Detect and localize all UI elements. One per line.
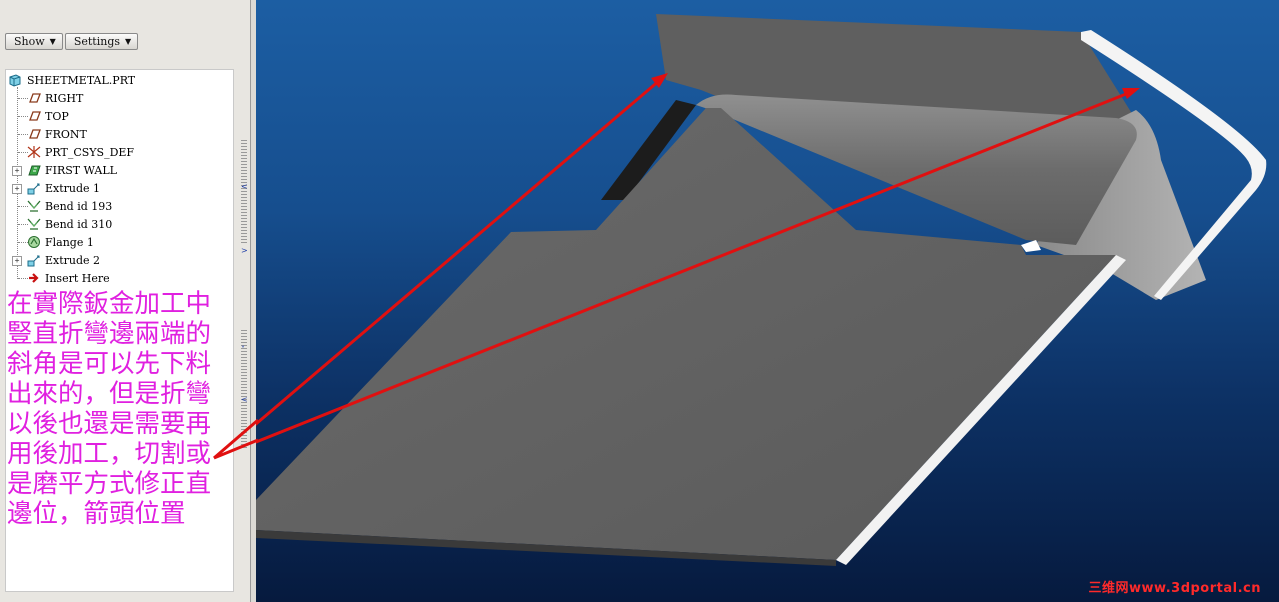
tree-item-flange-1[interactable]: Flange 1 (26, 233, 94, 251)
tree-root-item[interactable]: SHEETMETAL.PRT (8, 71, 135, 89)
datum-plane-icon (26, 91, 42, 105)
tree-item-first-wall[interactable]: FIRST WALL (26, 161, 117, 179)
show-button-label: Show (14, 35, 45, 48)
show-button[interactable]: Show ▼ (5, 33, 63, 50)
model-tree-toolbar: Show ▼ Settings ▼ (5, 33, 139, 50)
tree-item-extrude-2[interactable]: Extrude 2 (26, 251, 100, 269)
splitter-grip (241, 140, 247, 245)
chevron-right-icon[interactable]: > (241, 246, 248, 255)
flange-icon (26, 235, 42, 249)
bend-icon (26, 217, 42, 231)
tree-item-bend-193[interactable]: Bend id 193 (26, 197, 112, 215)
tree-item-label: FRONT (45, 127, 87, 141)
tree-item-label: Insert Here (45, 271, 110, 285)
tree-item-extrude-1[interactable]: Extrude 1 (26, 179, 100, 197)
datum-plane-icon (26, 127, 42, 141)
settings-button-label: Settings (73, 35, 121, 48)
tree-item-label: Flange 1 (45, 235, 94, 249)
tree-item-top[interactable]: TOP (26, 107, 69, 125)
tree-root-label: SHEETMETAL.PRT (27, 73, 136, 87)
chevron-down-icon: ▼ (125, 37, 132, 46)
extrude-icon (26, 253, 42, 267)
expand-toggle-icon[interactable]: + (12, 184, 22, 194)
extrude-icon (26, 181, 42, 195)
part-icon (8, 73, 24, 87)
expand-toggle-icon[interactable]: + (12, 166, 22, 176)
watermark: 三维网www.3dportal.cn (1088, 581, 1261, 596)
bend-icon (26, 199, 42, 213)
tree-item-insert-here[interactable]: Insert Here (26, 269, 110, 287)
tree-item-bend-310[interactable]: Bend id 310 (26, 215, 112, 233)
panel-splitter[interactable]: < > ˅ < (238, 0, 250, 602)
tree-item-label: Bend id 310 (45, 217, 113, 231)
tree-item-label: Extrude 2 (45, 253, 101, 267)
model-tree: SHEETMETAL.PRT RIGHT TOP FRONT PRT_CSYS_… (5, 69, 234, 592)
first-wall-icon (26, 163, 42, 177)
tree-item-label: PRT_CSYS_DEF (45, 145, 135, 159)
settings-button[interactable]: Settings ▼ (64, 33, 139, 50)
tree-item-label: TOP (45, 109, 69, 123)
expand-toggle-icon[interactable]: + (12, 256, 22, 266)
chevron-down-icon: ▼ (49, 37, 56, 46)
sheetmetal-model-render (256, 14, 1267, 566)
tree-item-label: Extrude 1 (45, 181, 101, 195)
datum-plane-icon (26, 109, 42, 123)
chevron-down-icon[interactable]: ˅ (241, 345, 245, 354)
tree-item-right[interactable]: RIGHT (26, 89, 83, 107)
tree-item-front[interactable]: FRONT (26, 125, 87, 143)
tree-item-label: Bend id 193 (45, 199, 113, 213)
arrowhead-right (1122, 88, 1140, 99)
tree-item-label: FIRST WALL (45, 163, 117, 177)
tree-item-label: RIGHT (45, 91, 84, 105)
tree-item-csys[interactable]: PRT_CSYS_DEF (26, 143, 134, 161)
chevron-left-icon[interactable]: < (241, 182, 248, 191)
model-tree-panel: Show ▼ Settings ▼ SHEETMETAL.PRT RIGHT T… (0, 0, 251, 602)
chevron-left-icon[interactable]: < (241, 395, 248, 404)
annotation-text: 在實際鈑金加工中豎直折彎邊兩端的斜角是可以先下料出來的，但是折彎以後也還是需要再… (7, 289, 212, 529)
graphics-viewport[interactable]: 三维网www.3dportal.cn (256, 0, 1279, 602)
coordinate-system-icon (26, 145, 42, 159)
insert-here-arrow-icon (26, 271, 42, 285)
